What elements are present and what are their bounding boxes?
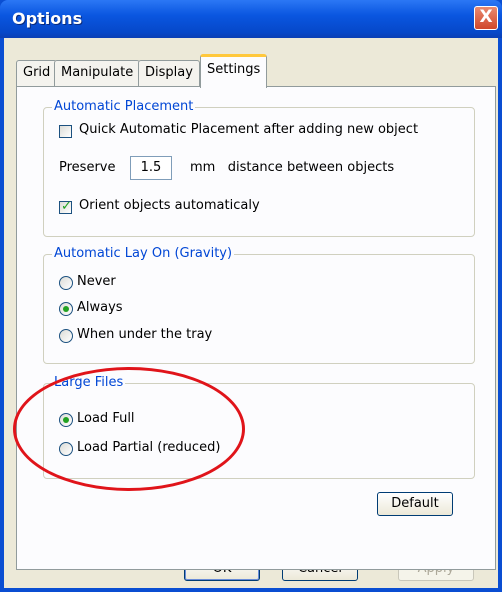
load-partial-label[interactable]: Load Partial (reduced): [77, 440, 220, 455]
radio-selected-dot: [63, 306, 69, 312]
window-title: Options: [12, 9, 83, 28]
options-dialog: Options X Grid Manipulate Display Settin…: [0, 0, 502, 592]
check-mark-icon: ✓: [61, 199, 72, 214]
gravity-never-radio[interactable]: [59, 276, 73, 290]
tab-manipulate[interactable]: Manipulate: [54, 60, 141, 86]
quick-placement-checkbox[interactable]: [59, 125, 72, 138]
automatic-placement-group: Automatic Placement Quick Automatic Plac…: [43, 99, 475, 237]
gravity-always-label[interactable]: Always: [77, 300, 123, 315]
gravity-legend: Automatic Lay On (Gravity): [52, 246, 235, 261]
gravity-never-label[interactable]: Never: [77, 274, 116, 289]
preserve-suffix-label: mm distance between objects: [190, 160, 395, 175]
automatic-placement-legend: Automatic Placement: [52, 99, 196, 114]
quick-placement-label[interactable]: Quick Automatic Placement after adding n…: [79, 122, 418, 137]
gravity-always-radio[interactable]: [59, 302, 73, 316]
large-files-group: Large Files Load Full Load Partial (redu…: [43, 375, 475, 479]
radio-selected-dot: [63, 417, 69, 423]
load-full-radio[interactable]: [59, 413, 73, 427]
close-icon[interactable]: X: [474, 6, 498, 30]
large-files-legend: Large Files: [52, 375, 126, 390]
title-bar[interactable]: Options X: [0, 0, 502, 38]
tab-grid[interactable]: Grid: [16, 60, 58, 86]
default-button[interactable]: Default: [377, 492, 453, 516]
preserve-distance-input[interactable]: 1.5: [130, 156, 172, 180]
settings-tab-panel: Automatic Placement Quick Automatic Plac…: [16, 86, 496, 570]
gravity-under-tray-label[interactable]: When under the tray: [77, 327, 212, 342]
tab-display[interactable]: Display: [138, 60, 200, 86]
preserve-label: Preserve: [59, 160, 116, 175]
dialog-client-area: Grid Manipulate Display Settings Automat…: [4, 38, 498, 588]
load-partial-radio[interactable]: [59, 442, 73, 456]
orient-objects-checkbox[interactable]: ✓: [59, 199, 72, 214]
orient-objects-label[interactable]: Orient objects automaticaly: [79, 198, 260, 213]
gravity-under-tray-radio[interactable]: [59, 329, 73, 343]
tab-settings[interactable]: Settings: [200, 54, 268, 88]
load-full-label[interactable]: Load Full: [77, 411, 135, 426]
gravity-group: Automatic Lay On (Gravity) Never Always …: [43, 246, 475, 364]
